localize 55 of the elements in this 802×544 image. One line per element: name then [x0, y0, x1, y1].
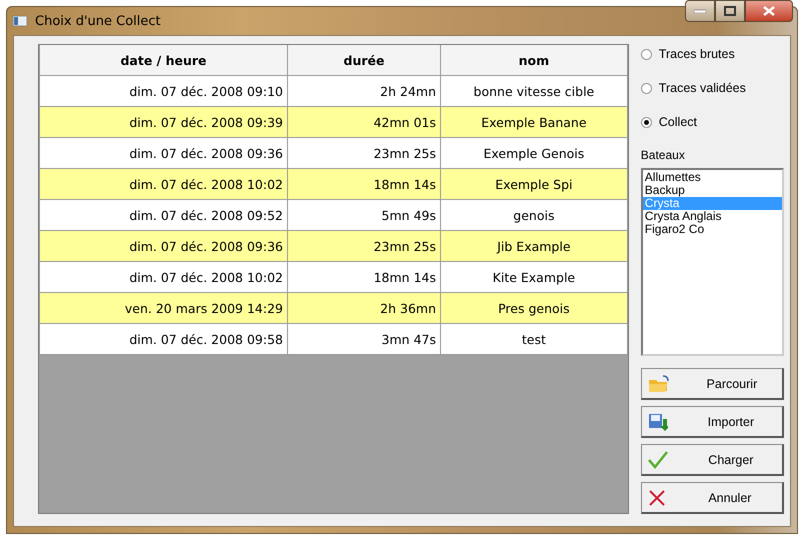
table-cell: Exemple Genois	[440, 138, 628, 168]
minimize-icon	[694, 9, 706, 13]
table-cell: bonne vitesse cible	[440, 76, 628, 106]
table-cell: Kite Example	[440, 262, 628, 292]
table-cell: 42mn 01s	[288, 106, 440, 138]
column-header[interactable]: date / heure	[40, 45, 288, 76]
table-cell: Pres genois	[440, 292, 628, 324]
app-icon	[13, 16, 27, 26]
window-title: Choix d'une Collect	[35, 14, 161, 28]
list-item[interactable]: Crysta Anglais	[642, 210, 782, 223]
table-cell: dim. 07 déc. 2008 09:36	[40, 138, 288, 168]
table-cell: dim. 07 déc. 2008 10:02	[40, 262, 288, 292]
column-header[interactable]: durée	[288, 45, 440, 76]
cancel-button[interactable]: Annuler	[640, 482, 784, 514]
list-item[interactable]: Figaro2 Co	[642, 223, 782, 236]
close-icon	[763, 6, 775, 16]
table-cell: 23mn 25s	[288, 230, 440, 262]
list-item[interactable]: Allumettes	[642, 171, 782, 184]
table-cell: dim. 07 déc. 2008 09:36	[40, 230, 288, 262]
table-cell: 3mn 47s	[288, 324, 440, 354]
table-cell: dim. 07 déc. 2008 09:10	[40, 76, 288, 106]
column-header[interactable]: nom	[440, 45, 628, 76]
table-cell: 18mn 14s	[288, 262, 440, 292]
import-button[interactable]: Importer	[640, 406, 784, 438]
folder-icon	[648, 374, 670, 392]
table-cell: dim. 07 déc. 2008 09:58	[40, 324, 288, 354]
boats-label: Bateaux	[640, 148, 686, 162]
radio-button[interactable]: Traces brutes	[640, 46, 784, 62]
table-cell: ven. 20 mars 2009 14:29	[40, 292, 288, 324]
table-cell: dim. 07 déc. 2008 09:52	[40, 200, 288, 230]
checkmark-icon	[648, 450, 668, 468]
table-cell: 23mn 25s	[288, 138, 440, 168]
table-cell: Exemple Spi	[440, 168, 628, 200]
table-cell: 18mn 14s	[288, 168, 440, 200]
maximize-button[interactable]	[715, 0, 745, 22]
load-button[interactable]: Charger	[640, 444, 784, 476]
table-cell: dim. 07 déc. 2008 10:02	[40, 168, 288, 200]
table-cell: genois	[440, 200, 628, 230]
boats-list[interactable]: Allumettes Backup Crysta Crysta Anglais Figaro2 Co	[640, 168, 784, 356]
maximize-icon	[724, 6, 736, 16]
cancel-icon	[648, 488, 666, 506]
disk-import-icon	[648, 412, 668, 430]
table-cell: 5mn 49s	[288, 200, 440, 230]
radio-button[interactable]: Traces validées	[640, 80, 784, 96]
table-cell: test	[440, 324, 628, 354]
list-item[interactable]: Backup	[642, 184, 782, 197]
minimize-button[interactable]	[685, 0, 715, 22]
table-cell: 2h 24mn	[288, 76, 440, 106]
close-button[interactable]	[745, 0, 793, 22]
radio-button[interactable]: Collect	[640, 114, 784, 130]
table-cell: Jib Example	[440, 230, 628, 262]
table-cell: Exemple Banane	[440, 106, 628, 138]
table-cell: 2h 36mn	[288, 292, 440, 324]
browse-button[interactable]: Parcourir	[640, 368, 784, 400]
table-cell: dim. 07 déc. 2008 09:39	[40, 106, 288, 138]
